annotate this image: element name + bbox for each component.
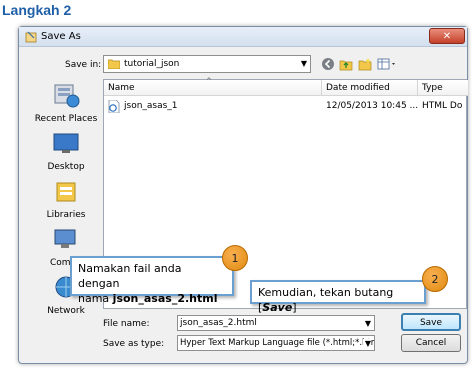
chevron-down-icon: ▼ xyxy=(362,339,371,348)
title-bar[interactable]: Save As ✕ xyxy=(19,27,467,47)
place-recent[interactable]: Recent Places xyxy=(27,83,105,124)
view-menu-icon[interactable] xyxy=(377,57,399,71)
place-label: Libraries xyxy=(46,210,86,220)
up-folder-icon[interactable] xyxy=(339,57,353,71)
callout-step-2: Kemudian, tekan butang [Save] xyxy=(250,280,426,314)
recent-places-icon xyxy=(54,84,80,108)
callout-text: nama xyxy=(78,292,113,305)
dialog-title: Save As xyxy=(41,31,81,42)
save-button[interactable]: Save xyxy=(401,313,461,331)
place-libraries[interactable]: Libraries xyxy=(27,179,105,220)
chevron-down-icon: ▼ xyxy=(300,59,307,68)
save-as-type-value: Hyper Text Markup Language file (*.html;… xyxy=(180,338,375,348)
place-desktop[interactable]: Desktop xyxy=(27,131,105,172)
save-as-icon xyxy=(25,31,37,43)
libraries-icon xyxy=(56,182,76,202)
save-as-type-select[interactable]: Hyper Text Markup Language file (*.html;… xyxy=(177,335,375,351)
place-label: Recent Places xyxy=(34,114,98,124)
place-label: Network xyxy=(47,306,85,316)
column-label: Name xyxy=(108,83,135,93)
html-file-icon xyxy=(108,100,120,113)
save-as-dialog: Save As ✕ Save in: tutorial_json ▼ Recen… xyxy=(18,26,468,364)
close-button[interactable]: ✕ xyxy=(429,28,465,44)
new-folder-icon[interactable] xyxy=(358,57,372,71)
save-as-type-label: Save as type: xyxy=(103,339,165,349)
file-name-value: json_asas_2.html xyxy=(180,318,257,328)
cancel-button[interactable]: Cancel xyxy=(401,334,461,352)
save-in-dropdown[interactable]: tutorial_json ▼ xyxy=(103,55,311,73)
step-badge-1: 1 xyxy=(222,245,248,271)
file-type: HTML Do xyxy=(422,101,463,111)
back-icon[interactable] xyxy=(321,57,335,71)
file-name: json_asas_1 xyxy=(124,101,178,111)
column-header-type[interactable]: Type xyxy=(418,80,468,96)
sort-arrow-icon: ^ xyxy=(206,77,212,85)
column-header-date[interactable]: Date modified xyxy=(322,80,418,96)
column-header-name[interactable]: Name ^ xyxy=(104,77,322,96)
callout-save-word: Save xyxy=(262,301,293,314)
file-date: 12/05/2013 10:45 ... xyxy=(326,101,419,111)
file-row[interactable]: json_asas_1 12/05/2013 10:45 ... HTML Do xyxy=(108,100,464,114)
step-heading: Langkah 2 xyxy=(2,2,72,18)
callout-text: ] xyxy=(292,301,297,314)
file-name-label: File name: xyxy=(103,319,150,329)
callout-step-1: Namakan fail anda dengan nama json_asas_… xyxy=(70,256,234,305)
file-name-input[interactable]: json_asas_2.html ▼ xyxy=(177,315,375,331)
desktop-icon xyxy=(53,133,79,153)
column-label: Date modified xyxy=(326,83,390,93)
save-in-label: Save in: xyxy=(65,60,102,70)
computer-icon xyxy=(54,229,76,248)
step-badge-2: 2 xyxy=(422,266,448,292)
callout-filename: json_asas_2.html xyxy=(112,292,218,305)
callout-line-1: Namakan fail anda dengan xyxy=(78,262,182,290)
folder-icon xyxy=(108,59,120,69)
column-label: Type xyxy=(422,83,443,93)
chevron-down-icon: ▼ xyxy=(364,319,371,328)
callout-line-2: nama json_asas_2.html xyxy=(78,291,226,306)
save-in-value: tutorial_json xyxy=(124,59,180,69)
place-label: Desktop xyxy=(47,162,85,172)
